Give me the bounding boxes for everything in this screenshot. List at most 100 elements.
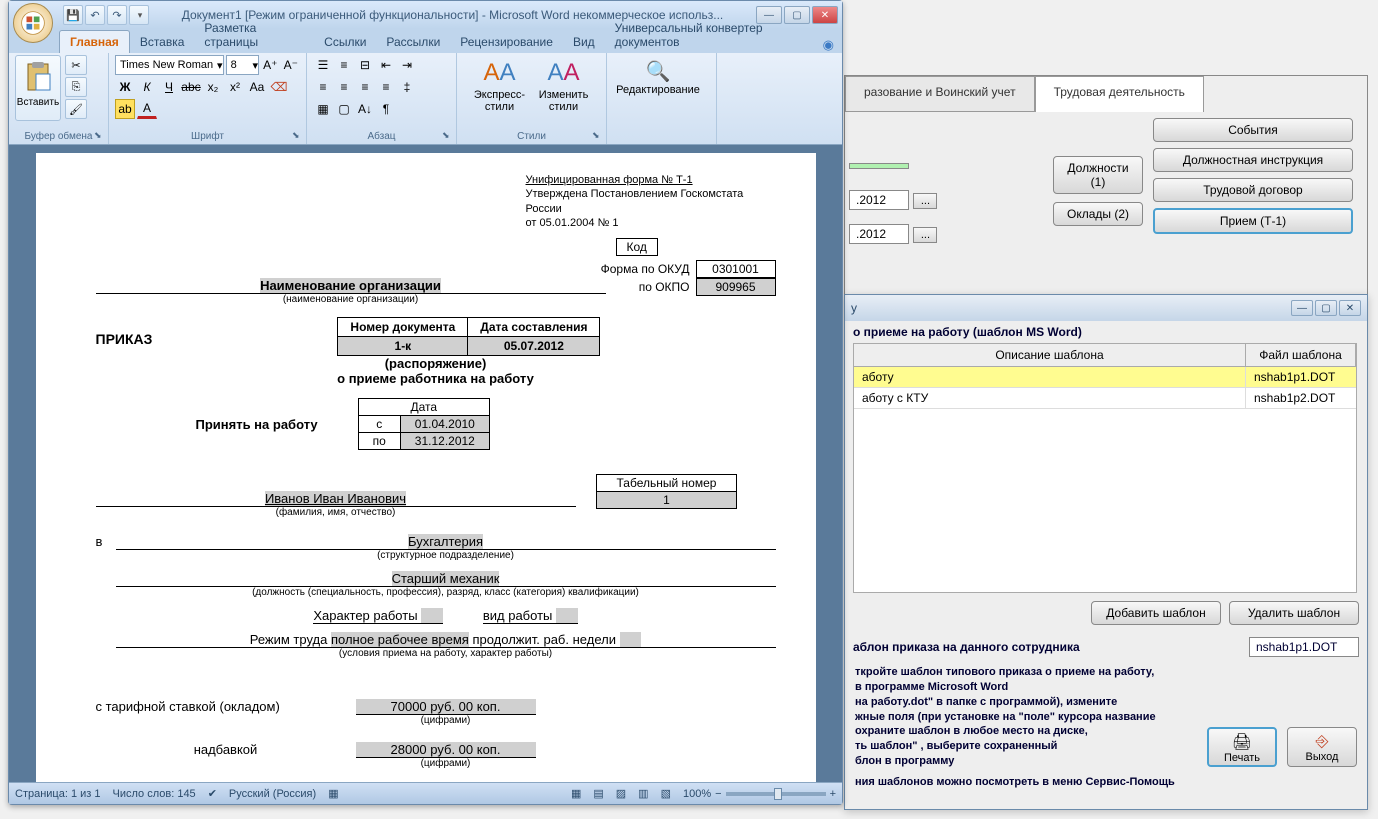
subscript-button[interactable]: x₂ [203, 77, 223, 97]
positions-button[interactable]: Должности (1) [1053, 156, 1143, 194]
styles-expand[interactable]: ⬊ [592, 130, 604, 142]
view-outline[interactable]: ▥ [638, 787, 648, 800]
font-expand[interactable]: ⬊ [292, 130, 304, 142]
qat-save[interactable]: 💾 [63, 5, 83, 25]
zoom-in[interactable]: + [830, 788, 836, 800]
view-web[interactable]: ▨ [616, 787, 626, 800]
exit-button[interactable]: ⎆ Выход [1287, 727, 1357, 767]
borders-button[interactable]: ▢ [334, 99, 354, 119]
template-table: Описание шаблона Файл шаблона аботу nsha… [853, 343, 1357, 593]
tab-view[interactable]: Вид [563, 31, 605, 53]
table-row[interactable]: аботу nshab1p1.DOT [854, 367, 1356, 388]
dialog-minimize[interactable]: — [1291, 300, 1313, 316]
hr-date-input-1[interactable] [849, 163, 909, 169]
view-print-layout[interactable]: ▦ [571, 787, 581, 800]
cut-button[interactable]: ✂ [65, 55, 87, 75]
salaries-button[interactable]: Оклады (2) [1053, 202, 1143, 226]
tab-converter[interactable]: Универсальный конвертер документов [605, 17, 823, 53]
line-spacing-button[interactable]: ‡ [397, 77, 417, 97]
grow-font[interactable]: A⁺ [261, 55, 279, 75]
paste-button[interactable]: Вставить [15, 55, 61, 121]
font-group-label: Шрифт [109, 131, 306, 142]
status-lang[interactable]: Русский (Россия) [229, 788, 316, 800]
help-icon[interactable]: ◉ [823, 37, 834, 53]
bold-button[interactable]: Ж [115, 77, 135, 97]
change-case-button[interactable]: Aa [247, 77, 267, 97]
tab-layout[interactable]: Разметка страницы [194, 17, 314, 53]
decrease-indent-button[interactable]: ⇤ [376, 55, 396, 75]
para-group-label: Абзац [307, 131, 456, 142]
status-macro-icon[interactable]: ▦ [328, 787, 338, 800]
font-size-select[interactable]: 8▾ [226, 55, 259, 75]
numbering-button[interactable]: ≡ [334, 55, 354, 75]
document-area[interactable]: Унифицированная форма № Т-1 Утверждена П… [9, 145, 842, 782]
hr-date-input-3[interactable]: .2012 [849, 224, 909, 244]
tab-refs[interactable]: Ссылки [314, 31, 376, 53]
printer-icon: 🖨 [1209, 732, 1275, 752]
view-reading[interactable]: ▤ [593, 787, 603, 800]
underline-button[interactable]: Ч [159, 77, 179, 97]
copy-button[interactable]: ⎘ [65, 77, 87, 97]
shading-button[interactable]: ▦ [313, 99, 333, 119]
font-name-select[interactable]: Times New Roman▾ [115, 55, 224, 75]
col-desc: Описание шаблона [854, 344, 1246, 366]
status-spellcheck-icon[interactable]: ✔ [208, 787, 217, 800]
selected-template-label: аблон приказа на данного сотрудника [853, 640, 1241, 654]
bullets-button[interactable]: ☰ [313, 55, 333, 75]
multilevel-button[interactable]: ⊟ [355, 55, 375, 75]
view-draft[interactable]: ▧ [661, 787, 671, 800]
qat-undo[interactable]: ↶ [85, 5, 105, 25]
print-button[interactable]: 🖨 Печать [1207, 727, 1277, 767]
hr-date-input-2[interactable]: .2012 [849, 190, 909, 210]
para-expand[interactable]: ⬊ [442, 130, 454, 142]
zoom-slider[interactable] [726, 792, 826, 796]
date-picker-button-1[interactable]: ... [913, 193, 937, 209]
dialog-close[interactable]: ✕ [1339, 300, 1361, 316]
exit-icon: ⎆ [1288, 733, 1356, 751]
align-left-button[interactable]: ≡ [313, 77, 333, 97]
editing-button[interactable]: 🔍 Редактирование [613, 55, 703, 121]
office-button[interactable] [13, 3, 53, 43]
date-picker-button-2[interactable]: ... [913, 227, 937, 243]
tab-review[interactable]: Рецензирование [450, 31, 563, 53]
selected-template-file[interactable]: nshab1p1.DOT [1249, 637, 1359, 657]
highlight-button[interactable]: ab [115, 99, 135, 119]
change-styles-icon: AA [532, 59, 596, 87]
tab-mail[interactable]: Рассылки [376, 31, 450, 53]
superscript-button[interactable]: x² [225, 77, 245, 97]
status-words[interactable]: Число слов: 145 [113, 788, 196, 800]
sort-button[interactable]: A↓ [355, 99, 375, 119]
tab-home[interactable]: Главная [59, 30, 130, 53]
status-page[interactable]: Страница: 1 из 1 [15, 788, 101, 800]
qat-redo[interactable]: ↷ [107, 5, 127, 25]
delete-template-button[interactable]: Удалить шаблон [1229, 601, 1359, 625]
qat-customize[interactable] [129, 5, 149, 25]
contract-button[interactable]: Трудовой договор [1153, 178, 1353, 202]
clipboard-expand[interactable]: ⬊ [94, 130, 106, 142]
instructions-button[interactable]: Должностная инструкция [1153, 148, 1353, 172]
font-color-button[interactable]: A [137, 99, 157, 119]
align-right-button[interactable]: ≡ [355, 77, 375, 97]
strikethrough-button[interactable]: abє [181, 77, 201, 97]
table-row[interactable]: аботу с КТУ nshab1p2.DOT [854, 388, 1356, 409]
document-page: Унифицированная форма № Т-1 Утверждена П… [36, 153, 816, 782]
zoom-value[interactable]: 100% [683, 788, 711, 800]
add-template-button[interactable]: Добавить шаблон [1091, 601, 1221, 625]
show-marks-button[interactable]: ¶ [376, 99, 396, 119]
increase-indent-button[interactable]: ⇥ [397, 55, 417, 75]
justify-button[interactable]: ≡ [376, 77, 396, 97]
shrink-font[interactable]: A⁻ [282, 55, 300, 75]
dialog-maximize[interactable]: ▢ [1315, 300, 1337, 316]
express-styles-button[interactable]: AA Экспресс-стили [468, 55, 532, 121]
format-painter-button[interactable]: 🖌 [65, 99, 87, 119]
align-center-button[interactable]: ≡ [334, 77, 354, 97]
clear-formatting-button[interactable]: ⌫ [269, 77, 289, 97]
hire-t1-button[interactable]: Прием (Т-1) [1153, 208, 1353, 234]
italic-button[interactable]: К [137, 77, 157, 97]
zoom-out[interactable]: − [715, 788, 721, 800]
tab-insert[interactable]: Вставка [130, 31, 195, 53]
hr-tab-work[interactable]: Трудовая деятельность [1035, 76, 1204, 112]
hr-tab-education[interactable]: разование и Воинский учет [845, 76, 1035, 112]
events-button[interactable]: События [1153, 118, 1353, 142]
change-styles-button[interactable]: AA Изменить стили [532, 55, 596, 121]
